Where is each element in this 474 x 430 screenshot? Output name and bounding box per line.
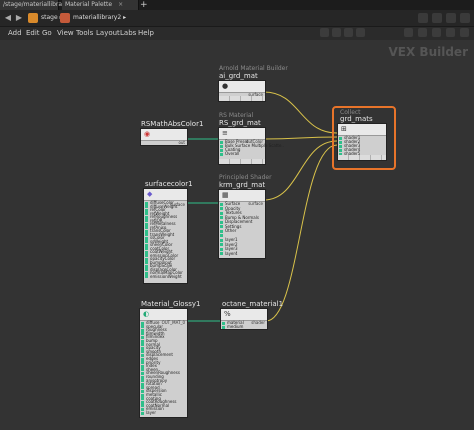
wire-rs-to-collect [263, 136, 338, 140]
arnold-icon: ● [222, 82, 229, 90]
color-wheel-icon: ◉ [144, 130, 151, 138]
node-rs-material[interactable]: ≡ Base Preset Bulk Surface Multiple Scat… [218, 127, 284, 165]
octane-material-icon: % [224, 310, 231, 318]
node-arnold-material-builder[interactable]: ● surface [218, 80, 266, 102]
node-collect[interactable]: ⊞ shader1 shader2 shader3 shader4 shader… [337, 123, 387, 161]
collect-icon: ⊞ [341, 125, 347, 133]
node-name: Material_Glossy1 [141, 300, 201, 308]
wire-octane-to-collect [265, 144, 338, 322]
octane-icon: ◐ [143, 310, 150, 318]
output-port[interactable]: OUT_MAT_0 [162, 320, 185, 325]
node-principled-shader[interactable]: ▦ Surface Opacity Textures Bump & Normal… [218, 189, 266, 259]
node-rsmathabscolor[interactable]: ◉ out [140, 128, 188, 146]
node-name: octane_material1 [222, 300, 284, 308]
wire-arnold-to-collect [263, 91, 338, 134]
node-type-label: Arnold Material Builder [219, 65, 288, 72]
wire-krm-to-collect [263, 140, 338, 201]
output-port[interactable]: outColor [246, 139, 263, 144]
input-port[interactable]: layer4 [220, 251, 238, 256]
node-type-label: Principled Shader [219, 174, 272, 181]
node-name: surfacecolor1 [145, 180, 193, 188]
output-port[interactable]: out [178, 140, 185, 145]
input-port[interactable]: layer [141, 410, 156, 415]
node-type-label: RS Material [219, 112, 254, 119]
output-port[interactable]: shader [251, 320, 265, 325]
node-surfacecolor[interactable]: ◆ diffuseColor diffuseWeight refColor re… [143, 188, 188, 284]
node-name: ai_grd_mat [219, 72, 258, 80]
node-name: RS_grd_mat [219, 119, 261, 127]
principled-shader-icon: ▦ [222, 191, 229, 199]
input-port[interactable]: Overall [220, 151, 239, 156]
node-name: krm_grd_mat [219, 181, 266, 189]
node-name: grd_mats [340, 115, 373, 123]
surface-icon: ◆ [147, 190, 153, 198]
output-port[interactable]: surface [170, 202, 185, 207]
node-octane-material[interactable]: % material medium shader [220, 308, 268, 330]
rs-icon: ≡ [222, 129, 228, 137]
output-port[interactable]: surface [248, 201, 263, 206]
input-port[interactable]: emissionWeight [145, 274, 182, 279]
input-port[interactable]: medium [222, 324, 243, 329]
node-name: RSMathAbsColor1 [141, 120, 204, 128]
node-material-glossy[interactable]: ◐ diffuse specular roughness filmwidth f… [139, 308, 188, 418]
